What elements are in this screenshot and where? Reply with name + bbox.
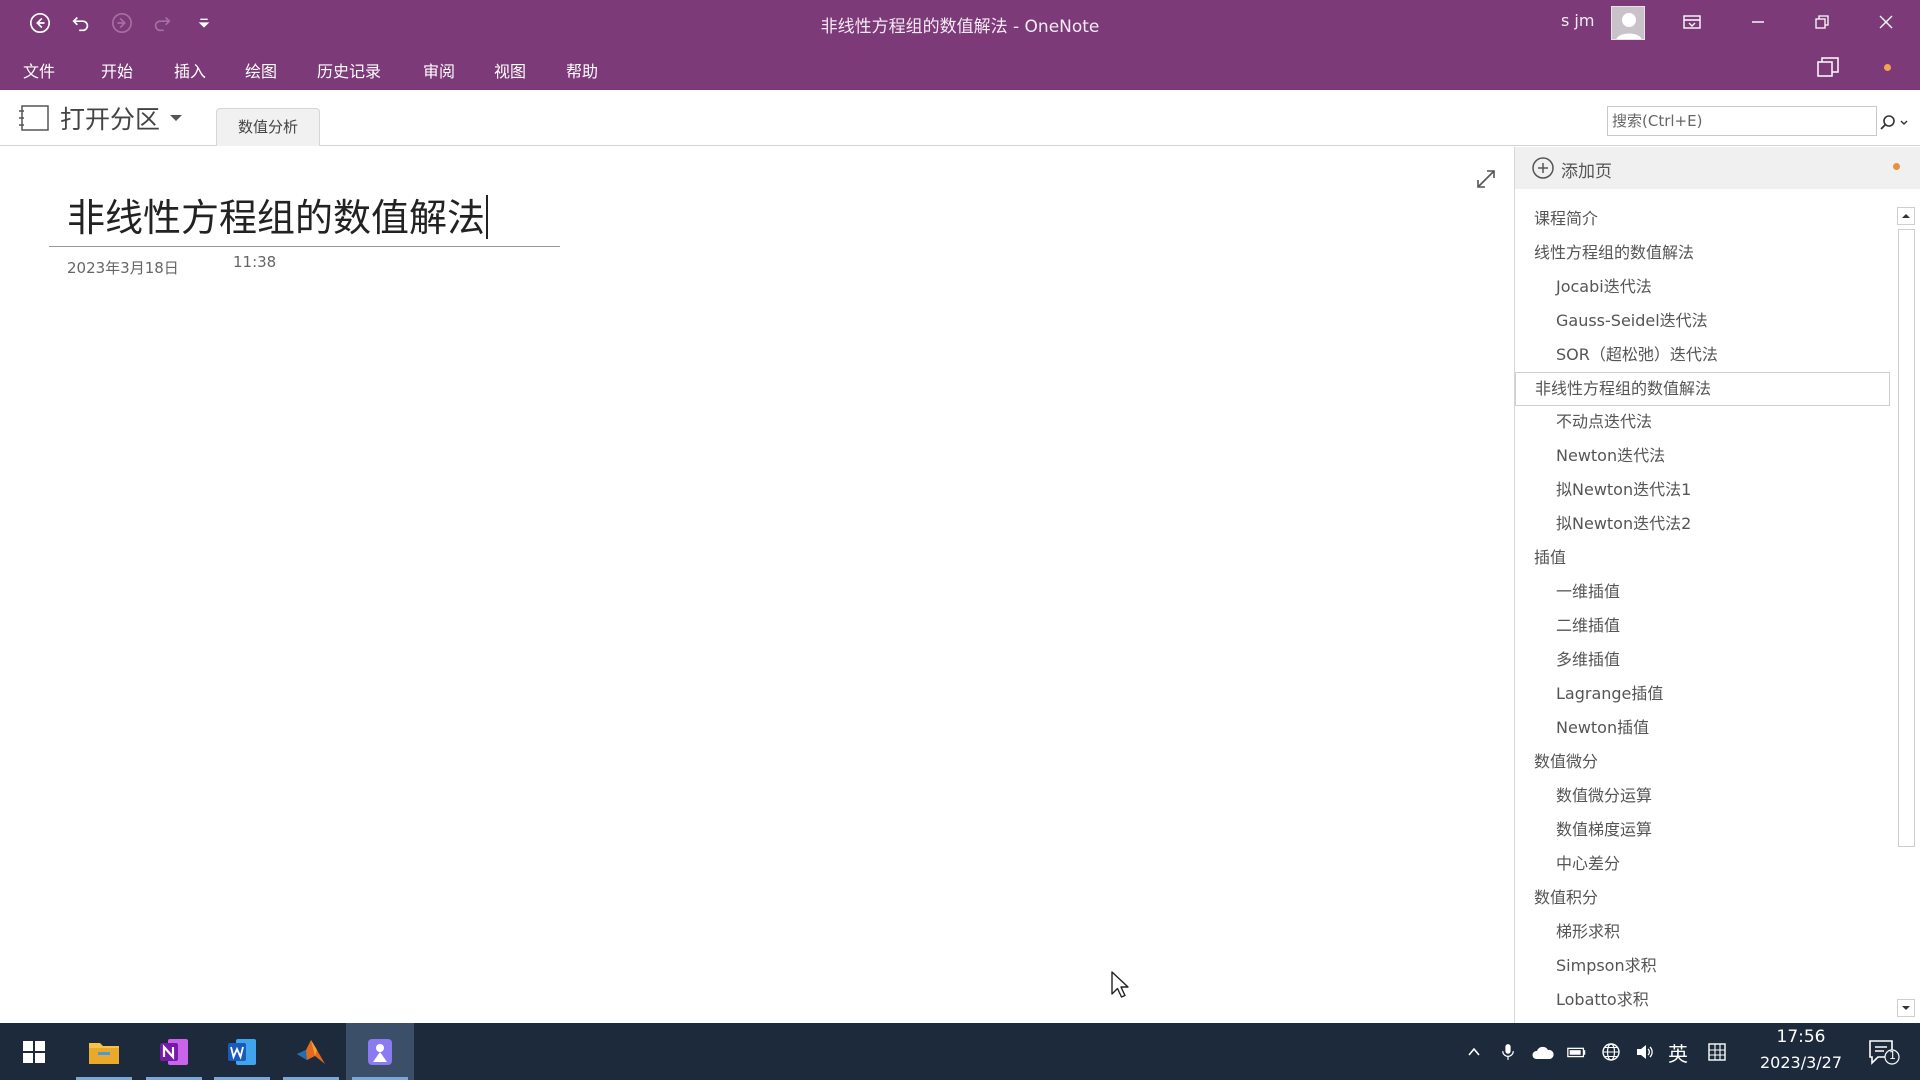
page-item[interactable]: 中心差分 [1515, 848, 1891, 882]
add-page-label: 添加页 [1561, 162, 1612, 182]
title-underline [49, 246, 560, 247]
page-item[interactable]: 拟Newton迭代法2 [1515, 508, 1891, 542]
ribbon-display-options-icon[interactable] [1662, 0, 1722, 44]
notebook-windows-icon[interactable] [1816, 56, 1840, 80]
page-item[interactable]: Lagrange插值 [1515, 678, 1891, 712]
page-canvas[interactable]: 非线性方程组的数值解法 2023年3月18日 11:38 [0, 147, 1514, 1023]
add-page-icon [1532, 157, 1554, 179]
page-item[interactable]: Gauss-Seidel迭代法 [1515, 305, 1891, 339]
clock-date[interactable]: 2023/3/27 [1746, 1053, 1856, 1072]
page-item[interactable]: 数值微分运算 [1515, 780, 1891, 814]
page-item[interactable]: Newton插值 [1515, 712, 1891, 746]
customize-quick-access-icon[interactable] [189, 8, 219, 38]
scroll-down-icon[interactable] [1897, 999, 1915, 1017]
page-item[interactable]: 线性方程组的数值解法 [1515, 237, 1891, 271]
onedrive-cloud-icon[interactable] [1530, 1039, 1556, 1065]
avatar[interactable] [1611, 6, 1645, 40]
battery-icon[interactable] [1564, 1039, 1590, 1065]
volume-icon[interactable] [1632, 1039, 1658, 1065]
menu-review[interactable]: 审阅 [423, 58, 455, 82]
page-date: 2023年3月18日 [67, 259, 179, 277]
microphone-icon[interactable] [1495, 1039, 1521, 1065]
page-item[interactable]: 插值 [1515, 542, 1891, 576]
page-item[interactable]: 多维插值 [1515, 644, 1891, 678]
minimize-icon[interactable] [1728, 0, 1788, 44]
undo-icon[interactable] [66, 8, 96, 38]
network-globe-icon[interactable] [1598, 1039, 1624, 1065]
page-item[interactable]: 不动点迭代法 [1515, 406, 1891, 440]
clock-time[interactable]: 17:56 [1746, 1027, 1856, 1047]
file-explorer-icon[interactable] [70, 1023, 138, 1080]
menu-draw[interactable]: 绘图 [245, 58, 277, 82]
page-item[interactable]: SOR（超松弛）迭代法 [1515, 339, 1891, 373]
restore-icon[interactable] [1792, 0, 1852, 44]
redo-icon[interactable] [147, 8, 177, 38]
page-item[interactable]: 梯形求积 [1515, 916, 1891, 950]
page-item[interactable]: Lobatto求积 [1515, 984, 1891, 1018]
forward-icon[interactable] [107, 8, 137, 38]
page-item[interactable]: 二维插值 [1515, 610, 1891, 644]
search-box[interactable] [1607, 106, 1908, 136]
page-item[interactable]: 拟Newton迭代法1 [1515, 474, 1891, 508]
page-item[interactable]: 数值微分 [1515, 746, 1891, 780]
menu-insert[interactable]: 插入 [174, 58, 206, 82]
ime-mode-icon[interactable] [1704, 1039, 1730, 1065]
matlab-icon[interactable] [277, 1023, 345, 1080]
scroll-up-icon[interactable] [1897, 207, 1915, 225]
title-bar: 非线性方程组的数值解法 - OneNote s jm [0, 0, 1920, 46]
menu-view[interactable]: 视图 [494, 58, 526, 82]
expand-icon[interactable] [1474, 167, 1498, 191]
section-bar: 打开分区 数值分析 [0, 90, 1920, 146]
page-item[interactable]: 数值积分 [1515, 882, 1891, 916]
page-list-panel: 添加页 课程简介 线性方程组的数值解法 Jocabi迭代法 Gauss-Seid… [1514, 147, 1920, 1023]
section-tab[interactable]: 数值分析 [216, 108, 320, 146]
ime-language-indicator[interactable]: 英 [1663, 1039, 1693, 1066]
notification-dot-icon [1884, 64, 1891, 71]
chevron-down-icon [170, 115, 183, 121]
taskbar: 英 17:56 2023/3/27 1 [0, 1023, 1920, 1080]
menu-bar: 文件 开始 插入 绘图 历史记录 审阅 视图 帮助 [0, 46, 1920, 90]
action-center-icon[interactable]: 1 [1866, 1037, 1900, 1067]
text-caret [486, 195, 489, 239]
open-section-dropdown[interactable]: 打开分区 [18, 102, 184, 134]
status-dot-icon [1893, 163, 1900, 170]
page-item[interactable]: Simpson求积 [1515, 950, 1891, 984]
menu-history[interactable]: 历史记录 [317, 58, 381, 82]
add-page-button[interactable]: 添加页 [1515, 147, 1920, 189]
page-item[interactable]: 一维插值 [1515, 576, 1891, 610]
page-item[interactable]: Jocabi迭代法 [1515, 271, 1891, 305]
windows-logo-icon [23, 1040, 45, 1063]
page-item-selected[interactable]: 非线性方程组的数值解法 [1515, 372, 1890, 406]
page-title-text: 非线性方程组的数值解法 [67, 196, 486, 240]
close-icon[interactable] [1856, 0, 1916, 44]
menu-help[interactable]: 帮助 [566, 58, 598, 82]
menu-home[interactable]: 开始 [101, 58, 133, 82]
page-title[interactable]: 非线性方程组的数值解法 [67, 187, 489, 242]
page-item[interactable]: 课程简介 [1515, 203, 1891, 237]
page-list-scrollbar[interactable] [1895, 205, 1917, 1023]
show-hidden-icons-icon[interactable] [1461, 1039, 1487, 1065]
start-button[interactable] [0, 1023, 68, 1080]
notification-count: 1 [1889, 1049, 1896, 1062]
menu-file[interactable]: 文件 [23, 58, 55, 82]
mouse-pointer-icon [1110, 970, 1132, 1000]
open-section-label: 打开分区 [60, 105, 161, 134]
user-name[interactable]: s jm [1561, 11, 1594, 30]
word-icon[interactable] [208, 1023, 276, 1080]
onenote-icon[interactable] [140, 1023, 208, 1080]
page-time: 11:38 [233, 253, 277, 271]
search-input[interactable] [1612, 110, 1862, 132]
notebook-icon [19, 105, 49, 131]
back-icon[interactable] [25, 8, 55, 38]
page-item[interactable]: Newton迭代法 [1515, 440, 1891, 474]
active-app-icon[interactable] [346, 1023, 414, 1080]
scrollbar-thumb[interactable] [1898, 229, 1915, 847]
search-icon[interactable] [1878, 113, 1912, 133]
page-item[interactable]: 数值梯度运算 [1515, 814, 1891, 848]
